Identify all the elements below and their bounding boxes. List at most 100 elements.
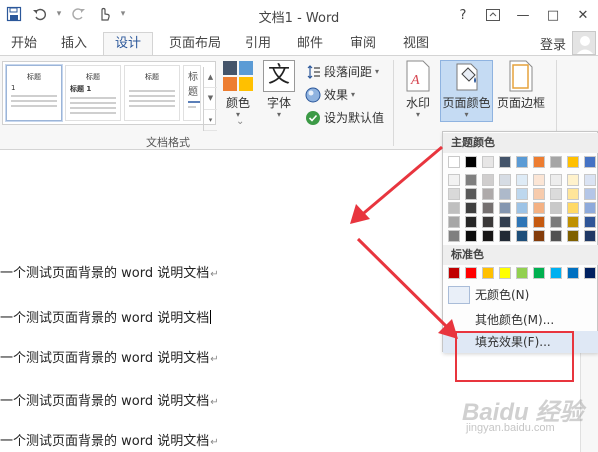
undo-dropdown-arrow[interactable]: ▾ bbox=[56, 4, 62, 24]
touch-mode-icon[interactable] bbox=[94, 4, 114, 24]
color-swatch[interactable] bbox=[482, 216, 494, 228]
color-swatch[interactable] bbox=[550, 156, 562, 168]
gallery-scroll-down-icon[interactable]: ▼ bbox=[204, 88, 217, 110]
color-swatch[interactable] bbox=[499, 216, 511, 228]
color-swatch[interactable] bbox=[567, 216, 579, 228]
more-colors-item[interactable]: 其他颜色(M)... bbox=[443, 309, 598, 331]
undo-icon[interactable] bbox=[30, 4, 50, 24]
tab-view[interactable]: 视图 bbox=[398, 33, 434, 55]
close-button[interactable]: ✕ bbox=[568, 0, 598, 30]
fill-effects-item[interactable]: 填充效果(F)... bbox=[443, 331, 598, 353]
tab-page-layout[interactable]: 页面布局 bbox=[164, 33, 226, 55]
color-swatch[interactable] bbox=[516, 188, 528, 200]
color-swatch[interactable] bbox=[533, 188, 545, 200]
color-swatch[interactable] bbox=[584, 267, 596, 279]
color-swatch[interactable] bbox=[482, 174, 494, 186]
avatar[interactable] bbox=[572, 31, 596, 55]
color-swatch[interactable] bbox=[516, 174, 528, 186]
color-swatch[interactable] bbox=[533, 216, 545, 228]
color-swatch[interactable] bbox=[482, 156, 494, 168]
color-swatch[interactable] bbox=[567, 188, 579, 200]
color-swatch[interactable] bbox=[567, 202, 579, 214]
color-swatch[interactable] bbox=[465, 156, 477, 168]
color-swatch[interactable] bbox=[584, 174, 596, 186]
document-line[interactable]: 一个测试页面背景的 word 说明文档↵ bbox=[0, 347, 219, 366]
color-swatch[interactable] bbox=[516, 267, 528, 279]
gallery-scroller[interactable]: ▲ ▼ ▾ bbox=[203, 67, 217, 131]
color-swatch[interactable] bbox=[499, 156, 511, 168]
color-swatch[interactable] bbox=[482, 202, 494, 214]
customize-qat-icon[interactable]: ▾ bbox=[120, 4, 126, 24]
color-swatch[interactable] bbox=[482, 230, 494, 242]
color-swatch[interactable] bbox=[465, 174, 477, 186]
dialog-launcher-icon[interactable]: ⌄ bbox=[236, 116, 244, 127]
tab-review[interactable]: 审阅 bbox=[345, 33, 381, 55]
tab-references[interactable]: 引用 bbox=[240, 33, 276, 55]
color-swatch[interactable] bbox=[465, 230, 477, 242]
gallery-more-icon[interactable]: ▾ bbox=[204, 110, 217, 131]
style-set-thumbnail[interactable]: 标题 1 bbox=[6, 65, 62, 121]
color-swatch[interactable] bbox=[499, 202, 511, 214]
effects-button[interactable]: 效果 ▾ bbox=[305, 86, 355, 103]
paragraph-spacing-button[interactable]: 段落间距 ▾ bbox=[305, 63, 379, 80]
color-swatch[interactable] bbox=[499, 230, 511, 242]
minimize-button[interactable]: — bbox=[508, 0, 538, 30]
no-color-item[interactable]: 无颜色(N) bbox=[443, 283, 598, 307]
color-swatch[interactable] bbox=[465, 267, 477, 279]
color-swatch[interactable] bbox=[533, 202, 545, 214]
color-swatch[interactable] bbox=[533, 156, 545, 168]
page-color-button[interactable]: 页面颜色 ▾ bbox=[440, 60, 493, 119]
style-set-thumbnail[interactable]: 标题 bbox=[183, 65, 201, 121]
color-swatch[interactable] bbox=[516, 216, 528, 228]
color-swatch[interactable] bbox=[499, 188, 511, 200]
color-swatch[interactable] bbox=[448, 202, 460, 214]
color-swatch[interactable] bbox=[584, 202, 596, 214]
color-swatch[interactable] bbox=[584, 216, 596, 228]
ribbon-display-options-icon[interactable] bbox=[478, 0, 508, 30]
color-swatch[interactable] bbox=[567, 230, 579, 242]
theme-fonts-button[interactable]: 文 字体 ▾ bbox=[262, 60, 296, 119]
color-swatch[interactable] bbox=[550, 216, 562, 228]
color-swatch[interactable] bbox=[448, 156, 460, 168]
color-swatch[interactable] bbox=[516, 202, 528, 214]
tab-mailings[interactable]: 邮件 bbox=[292, 33, 328, 55]
gallery-scroll-up-icon[interactable]: ▲ bbox=[204, 67, 217, 89]
color-swatch[interactable] bbox=[499, 174, 511, 186]
color-swatch[interactable] bbox=[533, 174, 545, 186]
color-swatch[interactable] bbox=[465, 202, 477, 214]
tab-home[interactable]: 开始 bbox=[6, 33, 42, 55]
color-swatch[interactable] bbox=[550, 267, 562, 279]
document-line[interactable]: 一个测试页面背景的 word 说明文档 bbox=[0, 307, 212, 326]
color-swatch[interactable] bbox=[550, 174, 562, 186]
theme-colors-button[interactable]: 颜色 ▾ bbox=[221, 60, 255, 119]
color-swatch[interactable] bbox=[533, 230, 545, 242]
color-swatch[interactable] bbox=[482, 188, 494, 200]
restore-button[interactable]: □ bbox=[538, 0, 568, 30]
page-borders-button[interactable]: 页面边框 bbox=[496, 60, 546, 111]
help-button[interactable]: ? bbox=[448, 0, 478, 30]
color-swatch[interactable] bbox=[448, 267, 460, 279]
color-swatch[interactable] bbox=[584, 156, 596, 168]
tab-design[interactable]: 设计 bbox=[103, 32, 153, 56]
redo-icon[interactable] bbox=[68, 4, 88, 24]
color-swatch[interactable] bbox=[516, 156, 528, 168]
color-swatch[interactable] bbox=[550, 230, 562, 242]
color-swatch[interactable] bbox=[550, 202, 562, 214]
color-swatch[interactable] bbox=[465, 188, 477, 200]
color-swatch[interactable] bbox=[499, 267, 511, 279]
color-swatch[interactable] bbox=[516, 230, 528, 242]
login-link[interactable]: 登录 bbox=[540, 34, 566, 53]
color-swatch[interactable] bbox=[482, 267, 494, 279]
save-icon[interactable] bbox=[4, 4, 24, 24]
document-line[interactable]: 一个测试页面背景的 word 说明文档↵ bbox=[0, 390, 219, 409]
tab-insert[interactable]: 插入 bbox=[56, 33, 92, 55]
set-as-default-button[interactable]: 设为默认值 bbox=[305, 109, 384, 126]
color-swatch[interactable] bbox=[567, 156, 579, 168]
color-swatch[interactable] bbox=[465, 216, 477, 228]
color-swatch[interactable] bbox=[567, 174, 579, 186]
color-swatch[interactable] bbox=[448, 174, 460, 186]
document-line[interactable]: 一个测试页面背景的 word 说明文档↵ bbox=[0, 430, 219, 449]
style-set-thumbnail[interactable]: 标题 标题 1 bbox=[65, 65, 121, 121]
color-swatch[interactable] bbox=[584, 188, 596, 200]
color-swatch[interactable] bbox=[584, 230, 596, 242]
